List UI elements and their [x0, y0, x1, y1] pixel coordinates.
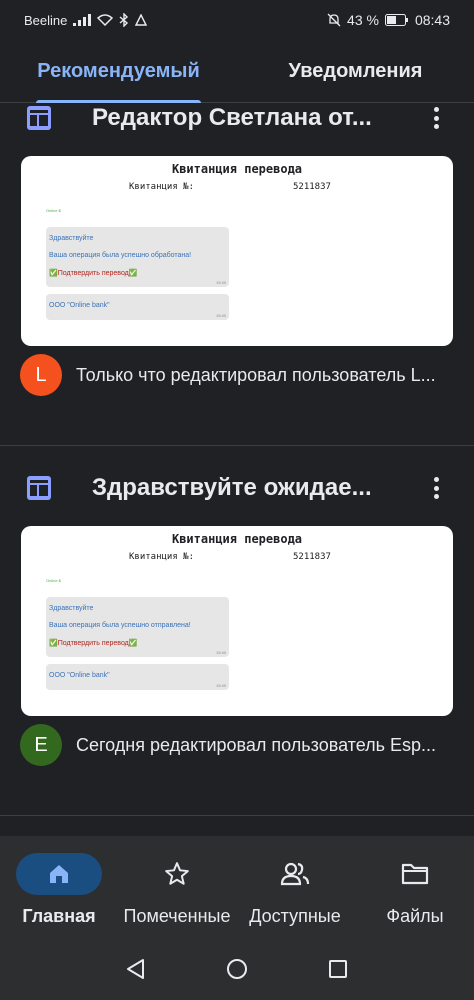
preview-receipt-label: Квитанция №: [129, 182, 195, 192]
nfc-icon [135, 14, 148, 26]
preview-time: 19:40 [215, 313, 226, 318]
preview-tiny-label: Online $ [46, 578, 61, 583]
nav-shared-label: Доступные [249, 906, 341, 926]
preview-org-bubble: ООО "Online bank" 19:40 [46, 294, 229, 320]
file-preview[interactable]: Квитанция перевода Квитанция №: 5211837 … [21, 526, 453, 716]
preview-confirm: ✅Подтвердить перевод✅ [49, 640, 138, 647]
nav-home-pill [16, 853, 102, 895]
preview-tiny-label: Online $ [46, 208, 61, 213]
preview-message-bubble: Здравствуйте Ваша операция была успешно … [46, 227, 229, 287]
file-preview[interactable]: Квитанция перевода Квитанция №: 5211837 … [21, 156, 453, 346]
carrier-name: Beeline [24, 12, 68, 28]
bluetooth-icon [119, 13, 129, 27]
mute-icon [327, 13, 341, 27]
tab-recommended[interactable]: Рекомендуемый [0, 40, 237, 103]
preview-greeting: Здравствуйте [49, 235, 94, 242]
preview-time: 19:40 [215, 650, 226, 655]
back-icon[interactable] [125, 958, 147, 980]
nav-shared[interactable]: Доступные [236, 836, 354, 936]
battery-icon [384, 14, 409, 26]
preview-message: Ваша операция была успешно отправлена! [49, 622, 191, 629]
slides-doc-icon [27, 476, 51, 500]
nav-files[interactable]: Файлы [356, 836, 474, 936]
recents-icon[interactable] [327, 958, 349, 980]
people-icon [280, 862, 310, 886]
card-title: Редактор Светлана от... [92, 104, 372, 131]
nav-starred[interactable]: Помеченные [118, 836, 236, 936]
preview-heading: Квитанция перевода [171, 532, 303, 546]
preview-receipt-number: 5211837 [293, 182, 331, 192]
preview-greeting: Здравствуйте [49, 605, 94, 612]
preview-org-bubble: ООО "Online bank" 19:40 [46, 664, 229, 690]
avatar: E [20, 724, 62, 766]
card-meta: E Сегодня редактировал пользователь Esp.… [0, 723, 474, 767]
card-title: Здравствуйте ожидае... [92, 474, 372, 501]
home-icon [50, 865, 68, 883]
home-button-icon[interactable] [226, 958, 248, 980]
system-navigation-bar [0, 936, 474, 1000]
divider [0, 815, 474, 816]
card-header: Редактор Светлана от... [0, 104, 474, 148]
preview-org: ООО "Online bank" [49, 302, 110, 309]
status-bar: Beeline 43 % 08:43 [0, 0, 474, 40]
card-meta: L Только что редактировал пользователь L… [0, 353, 474, 397]
battery-percent: 43 % [347, 12, 379, 28]
slides-doc-icon [27, 106, 51, 130]
avatar: L [20, 354, 62, 396]
clock: 08:43 [414, 12, 450, 28]
preview-confirm: ✅Подтвердить перевод✅ [49, 270, 138, 277]
bottom-navigation: Главная Помеченные Доступные Файлы [0, 836, 474, 936]
activity-text: Только что редактировал пользователь L..… [76, 364, 436, 385]
tab-notifications[interactable]: Уведомления [237, 40, 474, 102]
nav-starred-pill [134, 853, 220, 895]
file-feed: Редактор Светлана от... Квитанция перево… [0, 104, 474, 836]
nav-shared-pill [252, 853, 338, 895]
tab-bar: Рекомендуемый Уведомления [0, 40, 474, 103]
more-options-icon[interactable] [426, 104, 446, 132]
preview-org: ООО "Online bank" [49, 672, 110, 679]
preview-time: 19:40 [215, 280, 226, 285]
preview-heading: Квитанция перевода [171, 162, 303, 176]
preview-receipt-number: 5211837 [293, 552, 331, 562]
nav-files-label: Файлы [386, 906, 444, 926]
nav-home[interactable]: Главная [0, 836, 118, 936]
preview-message: Ваша операция была успешно обработана! [49, 252, 192, 259]
preview-time: 19:40 [215, 683, 226, 688]
nav-files-pill [372, 853, 458, 895]
signal-icon [73, 14, 92, 26]
folder-icon [401, 863, 429, 885]
preview-receipt-label: Квитанция №: [129, 552, 195, 562]
divider [0, 445, 474, 446]
preview-message-bubble: Здравствуйте Ваша операция была успешно … [46, 597, 229, 657]
wifi-icon [97, 14, 114, 26]
more-options-icon[interactable] [426, 474, 446, 502]
card-header: Здравствуйте ожидае... [0, 458, 474, 518]
star-icon [165, 862, 189, 885]
activity-text: Сегодня редактировал пользователь Esp... [76, 734, 437, 755]
